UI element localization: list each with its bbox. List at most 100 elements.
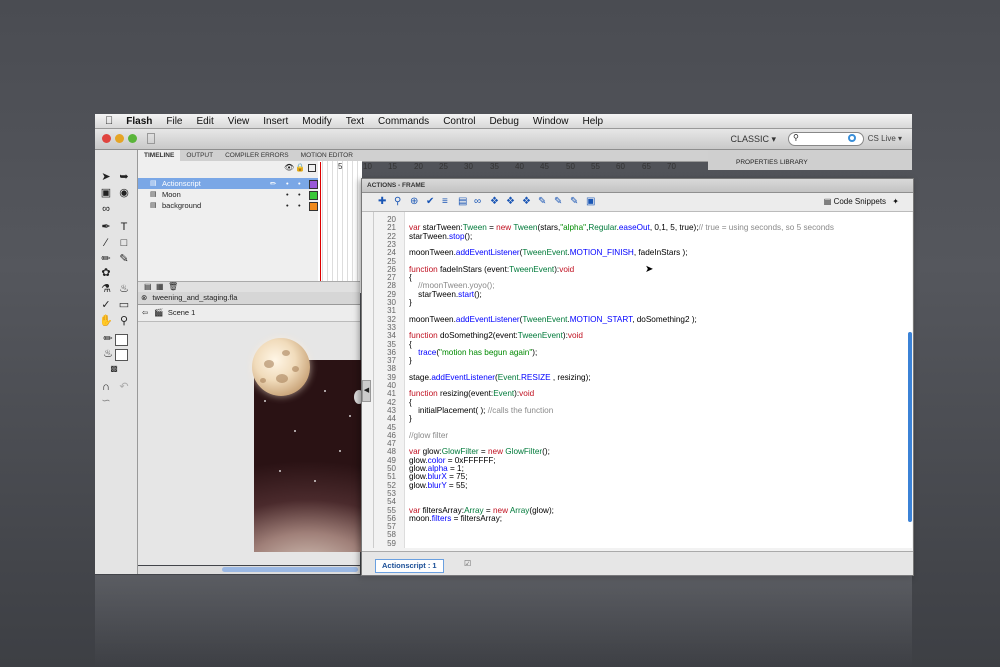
- code-line[interactable]: }: [409, 414, 412, 423]
- show-hide-toolbox-icon[interactable]: ▣: [586, 196, 595, 207]
- add-item-icon[interactable]: ✚: [378, 196, 386, 207]
- code-line[interactable]: }: [409, 298, 412, 307]
- zoom-tool-icon[interactable]: ⚲: [117, 314, 131, 328]
- tab-timeline[interactable]: TIMELINE: [138, 150, 181, 161]
- code-line[interactable]: }: [409, 356, 412, 365]
- workspace-switcher[interactable]: CLASSIC ▾: [730, 134, 776, 145]
- minimize-window-button[interactable]: [115, 134, 124, 143]
- line-tool-icon[interactable]: ∕: [99, 236, 113, 250]
- delete-layer-icon[interactable]: 🗑: [168, 282, 178, 291]
- apple-icon[interactable]: : [95, 115, 119, 127]
- stroke-color-swatch[interactable]: [115, 334, 128, 346]
- brush-tool-icon[interactable]: ✎: [117, 252, 131, 266]
- back-arrow-icon[interactable]: ⇦: [138, 308, 148, 317]
- menu-text[interactable]: Text: [339, 116, 371, 127]
- stroke-color-icon[interactable]: ✏: [101, 332, 115, 346]
- menu-debug[interactable]: Debug: [482, 116, 525, 127]
- layer-color-swatch[interactable]: [309, 202, 318, 211]
- new-folder-icon[interactable]: ▦: [156, 282, 164, 291]
- 3d-rotation-tool-icon[interactable]: ◉: [117, 186, 131, 200]
- stage-horizontal-scrollbar[interactable]: [138, 566, 360, 574]
- code-line[interactable]: starTween.stop();: [409, 232, 472, 241]
- collapse-selection-icon[interactable]: ❖: [506, 196, 515, 207]
- layer-color-swatch[interactable]: [309, 191, 318, 200]
- find-icon[interactable]: ⚲: [394, 196, 401, 207]
- smooth-icon[interactable]: ↶: [117, 380, 131, 394]
- expand-all-icon[interactable]: ❖: [522, 196, 531, 207]
- actionscript-frame-tab[interactable]: Actionscript : 1: [375, 559, 444, 573]
- rectangle-tool-icon[interactable]: □: [117, 236, 131, 250]
- hand-tool-icon[interactable]: ✋: [99, 314, 113, 328]
- auto-format-icon[interactable]: ≡: [442, 196, 448, 207]
- menu-flash[interactable]: Flash: [119, 116, 159, 127]
- menu-control[interactable]: Control: [436, 116, 482, 127]
- code-line[interactable]: function resizing(event:Event):void: [409, 389, 534, 398]
- menu-window[interactable]: Window: [526, 116, 576, 127]
- new-layer-icon[interactable]: ▤: [144, 282, 152, 291]
- code-hint-icon[interactable]: ▤: [458, 196, 467, 207]
- free-transform-tool-icon[interactable]: ▣: [99, 186, 113, 200]
- code-line[interactable]: moonTween.addEventListener(TweenEvent.MO…: [409, 315, 697, 324]
- lock-icon[interactable]: 🔒: [295, 163, 305, 172]
- sync-icon[interactable]: [848, 134, 856, 142]
- code-line[interactable]: initialPlacement( ); //calls the functio…: [409, 406, 553, 415]
- fill-color-swatch[interactable]: [115, 349, 128, 361]
- playhead[interactable]: [320, 162, 321, 282]
- code-line[interactable]: stage.addEventListener(Event.RESIZE , re…: [409, 373, 591, 382]
- eyedropper-tool-icon[interactable]: ✓: [99, 298, 113, 312]
- layer-color-swatch[interactable]: [309, 180, 318, 189]
- tab-properties[interactable]: PROPERTIES: [736, 159, 778, 166]
- tab-motion-editor[interactable]: MOTION EDITOR: [295, 150, 359, 161]
- eye-icon[interactable]: 👁: [284, 163, 294, 172]
- menu-view[interactable]: View: [221, 116, 257, 127]
- debug-options-icon[interactable]: ∞: [474, 196, 481, 207]
- swap-colors-icon[interactable]: ▩: [107, 362, 121, 376]
- menu-file[interactable]: File: [159, 116, 189, 127]
- code-line[interactable]: starTween.start();: [409, 290, 482, 299]
- text-tool-icon[interactable]: T: [117, 220, 131, 234]
- moon-artwork[interactable]: [252, 338, 310, 396]
- remove-comment-icon[interactable]: ✎: [570, 196, 578, 207]
- check-syntax-icon[interactable]: ✔: [426, 196, 434, 207]
- zoom-window-button[interactable]: [128, 134, 137, 143]
- pencil-tool-icon[interactable]: ✏: [99, 252, 113, 266]
- pen-tool-icon[interactable]: ✒: [99, 220, 113, 234]
- selection-tool-icon[interactable]: ➤: [99, 170, 113, 184]
- bone-tool-icon[interactable]: ⚗: [99, 282, 113, 296]
- tab-compiler-errors[interactable]: COMPILER ERRORS: [219, 150, 295, 161]
- tab-library[interactable]: LIBRARY: [780, 159, 808, 166]
- panel-collapse-handle[interactable]: ◀: [362, 380, 371, 402]
- deco-tool-icon[interactable]: ✿: [99, 266, 113, 280]
- lasso-tool-icon[interactable]: ∞: [99, 202, 113, 216]
- close-tab-icon[interactable]: ⊗: [138, 293, 147, 302]
- scroll-thumb[interactable]: [222, 567, 358, 572]
- outline-icon[interactable]: [308, 164, 316, 172]
- actions-title-bar[interactable]: ACTIONS - FRAME: [362, 179, 913, 193]
- fill-color-icon[interactable]: ♨: [101, 347, 115, 361]
- scene-label[interactable]: Scene 1: [166, 308, 196, 317]
- close-window-button[interactable]: [102, 134, 111, 143]
- menu-edit[interactable]: Edit: [190, 116, 221, 127]
- straighten-icon[interactable]: ∽: [99, 394, 113, 408]
- code-line[interactable]: moonTween.addEventListener(TweenEvent.MO…: [409, 248, 688, 257]
- apply-block-comment-icon[interactable]: ✎: [538, 196, 546, 207]
- snap-to-objects-icon[interactable]: ∩: [99, 380, 113, 394]
- code-line[interactable]: glow.blurY = 55;: [409, 481, 467, 490]
- pin-script-icon[interactable]: ☑: [464, 559, 471, 568]
- document-tab[interactable]: ⊗ tweening_and_staging.fla: [138, 292, 360, 305]
- code-line[interactable]: trace("motion has begun again");: [409, 348, 537, 357]
- menu-insert[interactable]: Insert: [256, 116, 295, 127]
- subselection-tool-icon[interactable]: ➥: [117, 170, 131, 184]
- menu-commands[interactable]: Commands: [371, 116, 436, 127]
- editor-scrollbar[interactable]: [908, 332, 912, 522]
- cs-live-button[interactable]: CS Live ▾: [868, 134, 902, 143]
- timeline-frames[interactable]: [318, 161, 362, 293]
- code-line[interactable]: var starTween:Tween = new Tween(stars,"a…: [409, 223, 834, 232]
- eraser-tool-icon[interactable]: ▭: [117, 298, 131, 312]
- code-snippets-button[interactable]: ▤ Code Snippets ✦: [824, 197, 899, 206]
- apply-line-comment-icon[interactable]: ✎: [554, 196, 562, 207]
- menu-modify[interactable]: Modify: [295, 116, 338, 127]
- code-line[interactable]: function fadeInStars (event:TweenEvent):…: [409, 265, 574, 274]
- tab-output[interactable]: OUTPUT: [180, 150, 219, 161]
- menu-help[interactable]: Help: [575, 116, 610, 127]
